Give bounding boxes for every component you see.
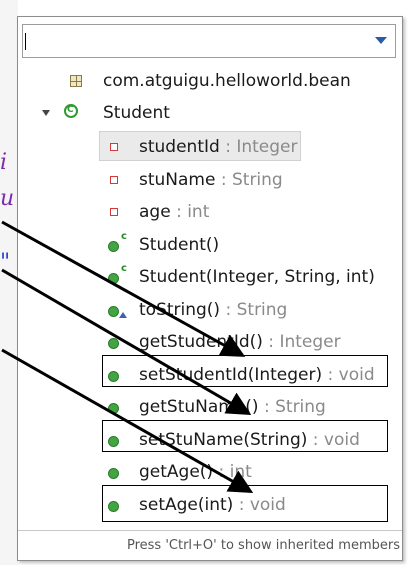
arrow-to-setStudentId — [1, 220, 246, 357]
arrow-to-setAge — [1, 348, 254, 493]
annotation-arrows — [1, 220, 254, 493]
